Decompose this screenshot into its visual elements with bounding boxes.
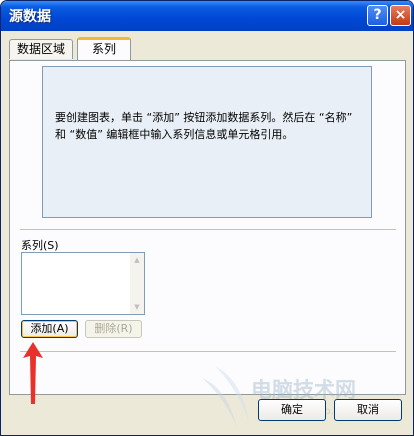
- instruction-text: 要创建图表，单击 “添加” 按钮添加数据系列。然后在 “名称” 和 “数值” 编…: [55, 111, 353, 141]
- red-arrow-icon: [23, 342, 43, 404]
- series-label: 系列(S): [21, 239, 59, 252]
- tab-data-range[interactable]: 数据区域: [9, 39, 73, 59]
- tab-series[interactable]: 系列: [77, 37, 131, 61]
- cancel-button[interactable]: 取消: [334, 399, 402, 421]
- help-button[interactable]: ?: [367, 5, 388, 26]
- add-series-button[interactable]: 添加(A): [21, 320, 78, 338]
- help-icon: ?: [373, 7, 382, 23]
- remove-series-button[interactable]: 删除(R): [85, 320, 142, 338]
- chart-preview-box: 要创建图表，单击 “添加” 按钮添加数据系列。然后在 “名称” 和 “数值” 编…: [42, 66, 372, 218]
- series-listbox[interactable]: ▲ ▼: [21, 252, 145, 315]
- title-bar[interactable]: 源数据 ? ×: [1, 1, 413, 31]
- divider-lower: [20, 351, 396, 352]
- close-icon: ×: [394, 7, 407, 23]
- divider: [20, 229, 396, 230]
- listbox-scrollbar[interactable]: ▲ ▼: [130, 253, 144, 314]
- source-data-dialog: 源数据 ? × 数据区域 系列 要创建图表，单击 “添加” 按钮添加数据系列。然…: [0, 0, 414, 436]
- tab-panel: 要创建图表，单击 “添加” 按钮添加数据系列。然后在 “名称” 和 “数值” 编…: [9, 60, 406, 395]
- scroll-up-icon[interactable]: ▲: [131, 254, 143, 266]
- scroll-down-icon[interactable]: ▼: [131, 301, 143, 313]
- window-title: 源数据: [9, 9, 51, 25]
- ok-button[interactable]: 确定: [258, 399, 326, 421]
- close-button[interactable]: ×: [390, 5, 411, 26]
